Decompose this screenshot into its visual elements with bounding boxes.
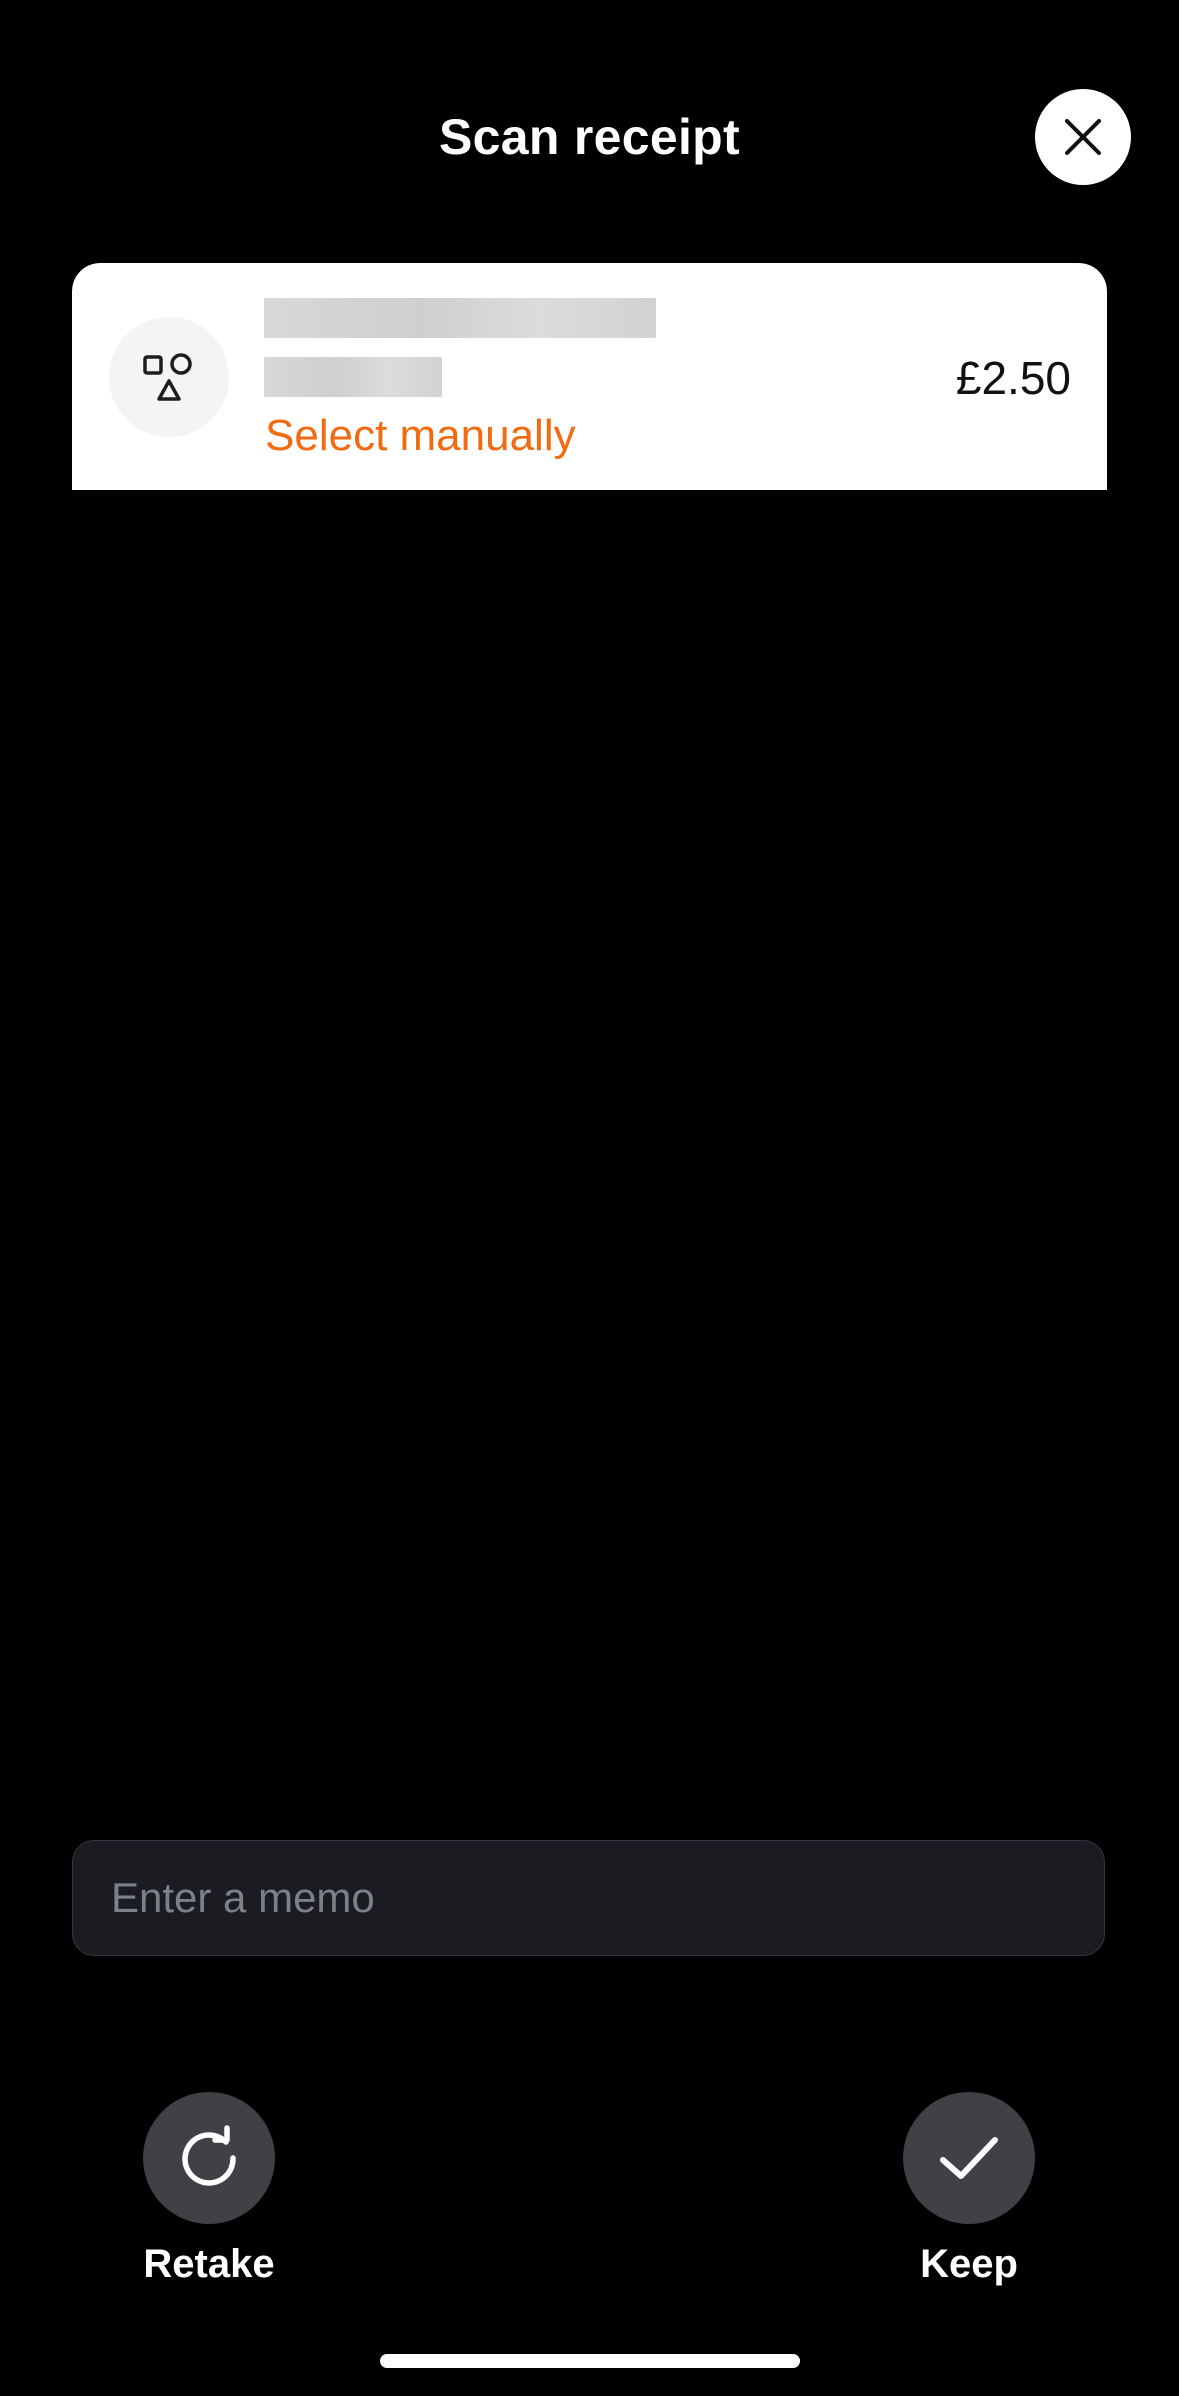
transaction-card: Select manually £2.50 [72, 263, 1107, 490]
redacted-merchant-name [264, 298, 656, 338]
retake-action: Retake [109, 2092, 309, 2287]
memo-input[interactable] [73, 1841, 1104, 1955]
keep-button[interactable] [903, 2092, 1035, 2224]
refresh-icon [182, 2125, 236, 2186]
memo-field[interactable] [72, 1840, 1105, 1956]
transaction-amount: £2.50 [955, 352, 1071, 404]
page-title: Scan receipt [439, 109, 740, 165]
header: Scan receipt [0, 0, 1179, 260]
shapes-icon [143, 353, 192, 401]
keep-action: Keep [869, 2092, 1069, 2287]
checkmark-icon [940, 2137, 998, 2179]
close-icon [1065, 119, 1101, 155]
retake-button[interactable] [143, 2092, 275, 2224]
retake-label: Retake [143, 2242, 275, 2286]
redacted-merchant-detail [264, 357, 442, 397]
close-button[interactable] [1035, 89, 1131, 185]
category-button[interactable] [109, 317, 229, 437]
select-manually-link[interactable]: Select manually [265, 411, 576, 461]
receipt-preview: Select manually £2.50 [72, 263, 1107, 1778]
home-indicator[interactable] [380, 2354, 800, 2368]
keep-label: Keep [920, 2242, 1018, 2286]
